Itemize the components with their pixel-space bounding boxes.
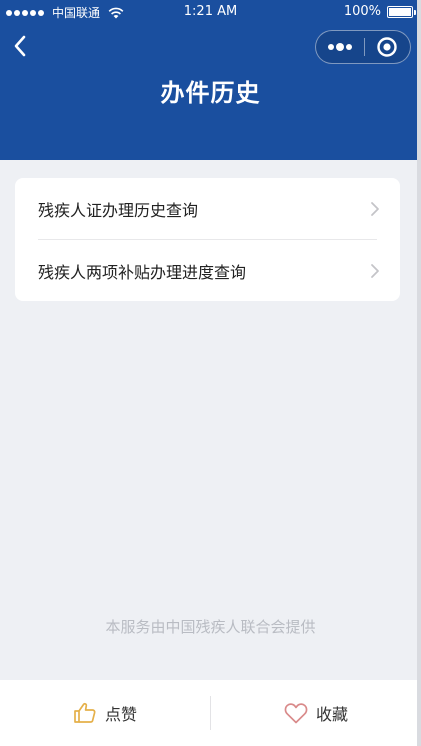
target-circle-icon	[377, 37, 397, 57]
thumbs-up-icon	[74, 702, 96, 723]
menu-item-label: 残疾人两项补贴办理进度查询	[38, 262, 247, 282]
screen-edge	[417, 0, 421, 746]
like-label: 点赞	[104, 705, 137, 724]
menu-item-disability-certificate-history[interactable]: 残疾人证办理历史查询	[15, 178, 400, 239]
chevron-right-icon	[371, 202, 379, 216]
close-miniprogram-button[interactable]	[364, 31, 410, 63]
menu-card: 残疾人证办理历史查询 残疾人两项补贴办理进度查询	[15, 178, 400, 301]
miniprogram-capsule	[315, 30, 411, 64]
chevron-right-icon	[371, 264, 379, 278]
menu-item-label: 残疾人证办理历史查询	[38, 200, 199, 220]
page-title: 办件历史	[160, 79, 261, 107]
chevron-left-icon	[14, 35, 26, 57]
service-provider-note: 本服务由中国残疾人联合会提供	[105, 618, 316, 636]
battery-icon	[387, 5, 416, 18]
like-button[interactable]: 点赞	[0, 680, 210, 746]
heart-icon	[284, 702, 308, 723]
more-dots-icon	[327, 43, 352, 51]
header-bar: 中国联通 1:21 AM 100% 办件历史	[0, 0, 421, 160]
favorite-button[interactable]: 收藏	[211, 680, 421, 746]
status-bar: 中国联通 1:21 AM 100%	[0, 0, 421, 24]
more-button[interactable]	[316, 31, 364, 63]
battery-percent: 100%	[343, 4, 381, 19]
back-button[interactable]	[8, 34, 32, 58]
favorite-label: 收藏	[315, 705, 348, 724]
status-right: 100%	[343, 4, 416, 19]
bottom-action-bar: 点赞 收藏	[0, 680, 421, 746]
menu-item-subsidy-progress[interactable]: 残疾人两项补贴办理进度查询	[15, 240, 400, 301]
